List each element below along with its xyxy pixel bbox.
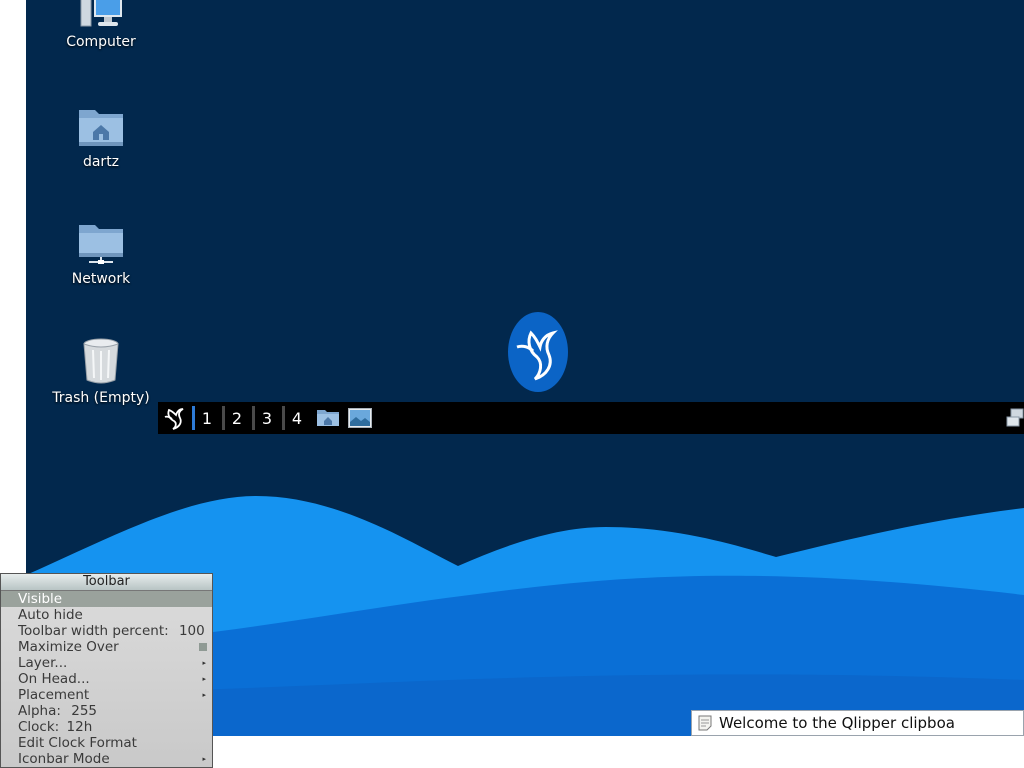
menu-item-label: Edit Clock Format xyxy=(18,735,137,751)
computer-icon xyxy=(80,0,122,27)
checkbox-indicator[interactable] xyxy=(199,643,207,651)
workspace-1-button[interactable]: 1 xyxy=(192,402,222,434)
workspace-label: 4 xyxy=(291,408,303,428)
desktop-icon-label: Trash (Empty) xyxy=(52,390,150,406)
file-manager-launcher[interactable] xyxy=(314,402,342,434)
desktop-icon-network[interactable]: Network xyxy=(36,223,166,287)
note-icon xyxy=(698,715,712,731)
bird-menu-icon xyxy=(164,408,184,430)
menu-item-label: Clock: xyxy=(18,719,60,735)
menu-item-placement[interactable]: Placement ▸ xyxy=(1,687,212,703)
menu-item-label: Toolbar width percent: xyxy=(18,623,169,639)
workspace-label: 3 xyxy=(261,408,273,428)
start-menu-button[interactable] xyxy=(160,402,190,434)
tray-network[interactable] xyxy=(1006,402,1024,434)
submenu-arrow-icon: ▸ xyxy=(202,659,206,667)
workspace-4-button[interactable]: 4 xyxy=(282,402,312,434)
toolbar[interactable]: 1 2 3 4 xyxy=(158,402,1024,434)
menu-item-value: 100 xyxy=(178,623,205,639)
workspace-label: 1 xyxy=(201,408,213,428)
menu-item-toolbar-width[interactable]: Toolbar width percent: 100 xyxy=(1,623,212,639)
toolbar-menu[interactable]: Toolbar Visible Auto hide Toolbar width … xyxy=(0,573,213,768)
lxqt-bird-logo xyxy=(508,312,568,392)
menu-item-label: Alpha: xyxy=(18,703,61,719)
menu-item-edit-clock-format[interactable]: Edit Clock Format xyxy=(1,735,212,751)
menu-title: Toolbar xyxy=(1,574,212,591)
workspace-label: 2 xyxy=(231,408,243,428)
menu-item-label: Visible xyxy=(18,591,63,607)
menu-item-label: Maximize Over xyxy=(18,639,119,655)
menu-item-label: Auto hide xyxy=(18,607,83,623)
desktop-icon-home[interactable]: dartz xyxy=(36,106,166,170)
submenu-arrow-icon: ▸ xyxy=(202,675,206,683)
menu-item-value: 255 xyxy=(71,703,98,719)
submenu-arrow-icon: ▸ xyxy=(202,755,206,763)
file-manager-icon xyxy=(317,410,339,426)
menu-item-label: Placement xyxy=(18,687,90,703)
qlipper-notification[interactable]: Welcome to the Qlipper clipboa xyxy=(691,710,1024,736)
home-folder-icon xyxy=(79,110,123,146)
menu-item-layer[interactable]: Layer... ▸ xyxy=(1,655,212,671)
trash-icon xyxy=(83,338,119,384)
menu-item-alpha[interactable]: Alpha: 255 xyxy=(1,703,212,719)
menu-item-on-head[interactable]: On Head... ▸ xyxy=(1,671,212,687)
menu-item-label: Iconbar Mode xyxy=(18,751,110,767)
network-folder-icon xyxy=(79,225,123,264)
menu-item-iconbar-mode[interactable]: Iconbar Mode ▸ xyxy=(1,751,212,767)
menu-item-label: On Head... xyxy=(18,671,90,687)
network-icon xyxy=(1006,408,1024,427)
desktop-icon-label: Network xyxy=(71,271,131,287)
desktop-icon-trash[interactable]: Trash (Empty) xyxy=(36,338,166,406)
desktop-icon-label: dartz xyxy=(82,154,120,170)
menu-item-auto-hide[interactable]: Auto hide xyxy=(1,607,212,623)
image-viewer-icon xyxy=(348,408,372,428)
desktop-icon-computer[interactable]: Computer xyxy=(36,0,166,50)
submenu-arrow-icon: ▸ xyxy=(202,691,206,699)
menu-item-maximize-over[interactable]: Maximize Over xyxy=(1,639,212,655)
desktop-icon-label: Computer xyxy=(66,34,136,50)
workspace-3-button[interactable]: 3 xyxy=(252,402,282,434)
menu-item-visible[interactable]: Visible xyxy=(1,591,212,607)
image-viewer-launcher[interactable] xyxy=(346,402,374,434)
menu-item-value: 12h xyxy=(66,719,93,735)
menu-item-label: Layer... xyxy=(18,655,68,671)
notification-text: Welcome to the Qlipper clipboa xyxy=(719,714,955,732)
workspace-2-button[interactable]: 2 xyxy=(222,402,252,434)
menu-item-clock[interactable]: Clock: 12h xyxy=(1,719,212,735)
